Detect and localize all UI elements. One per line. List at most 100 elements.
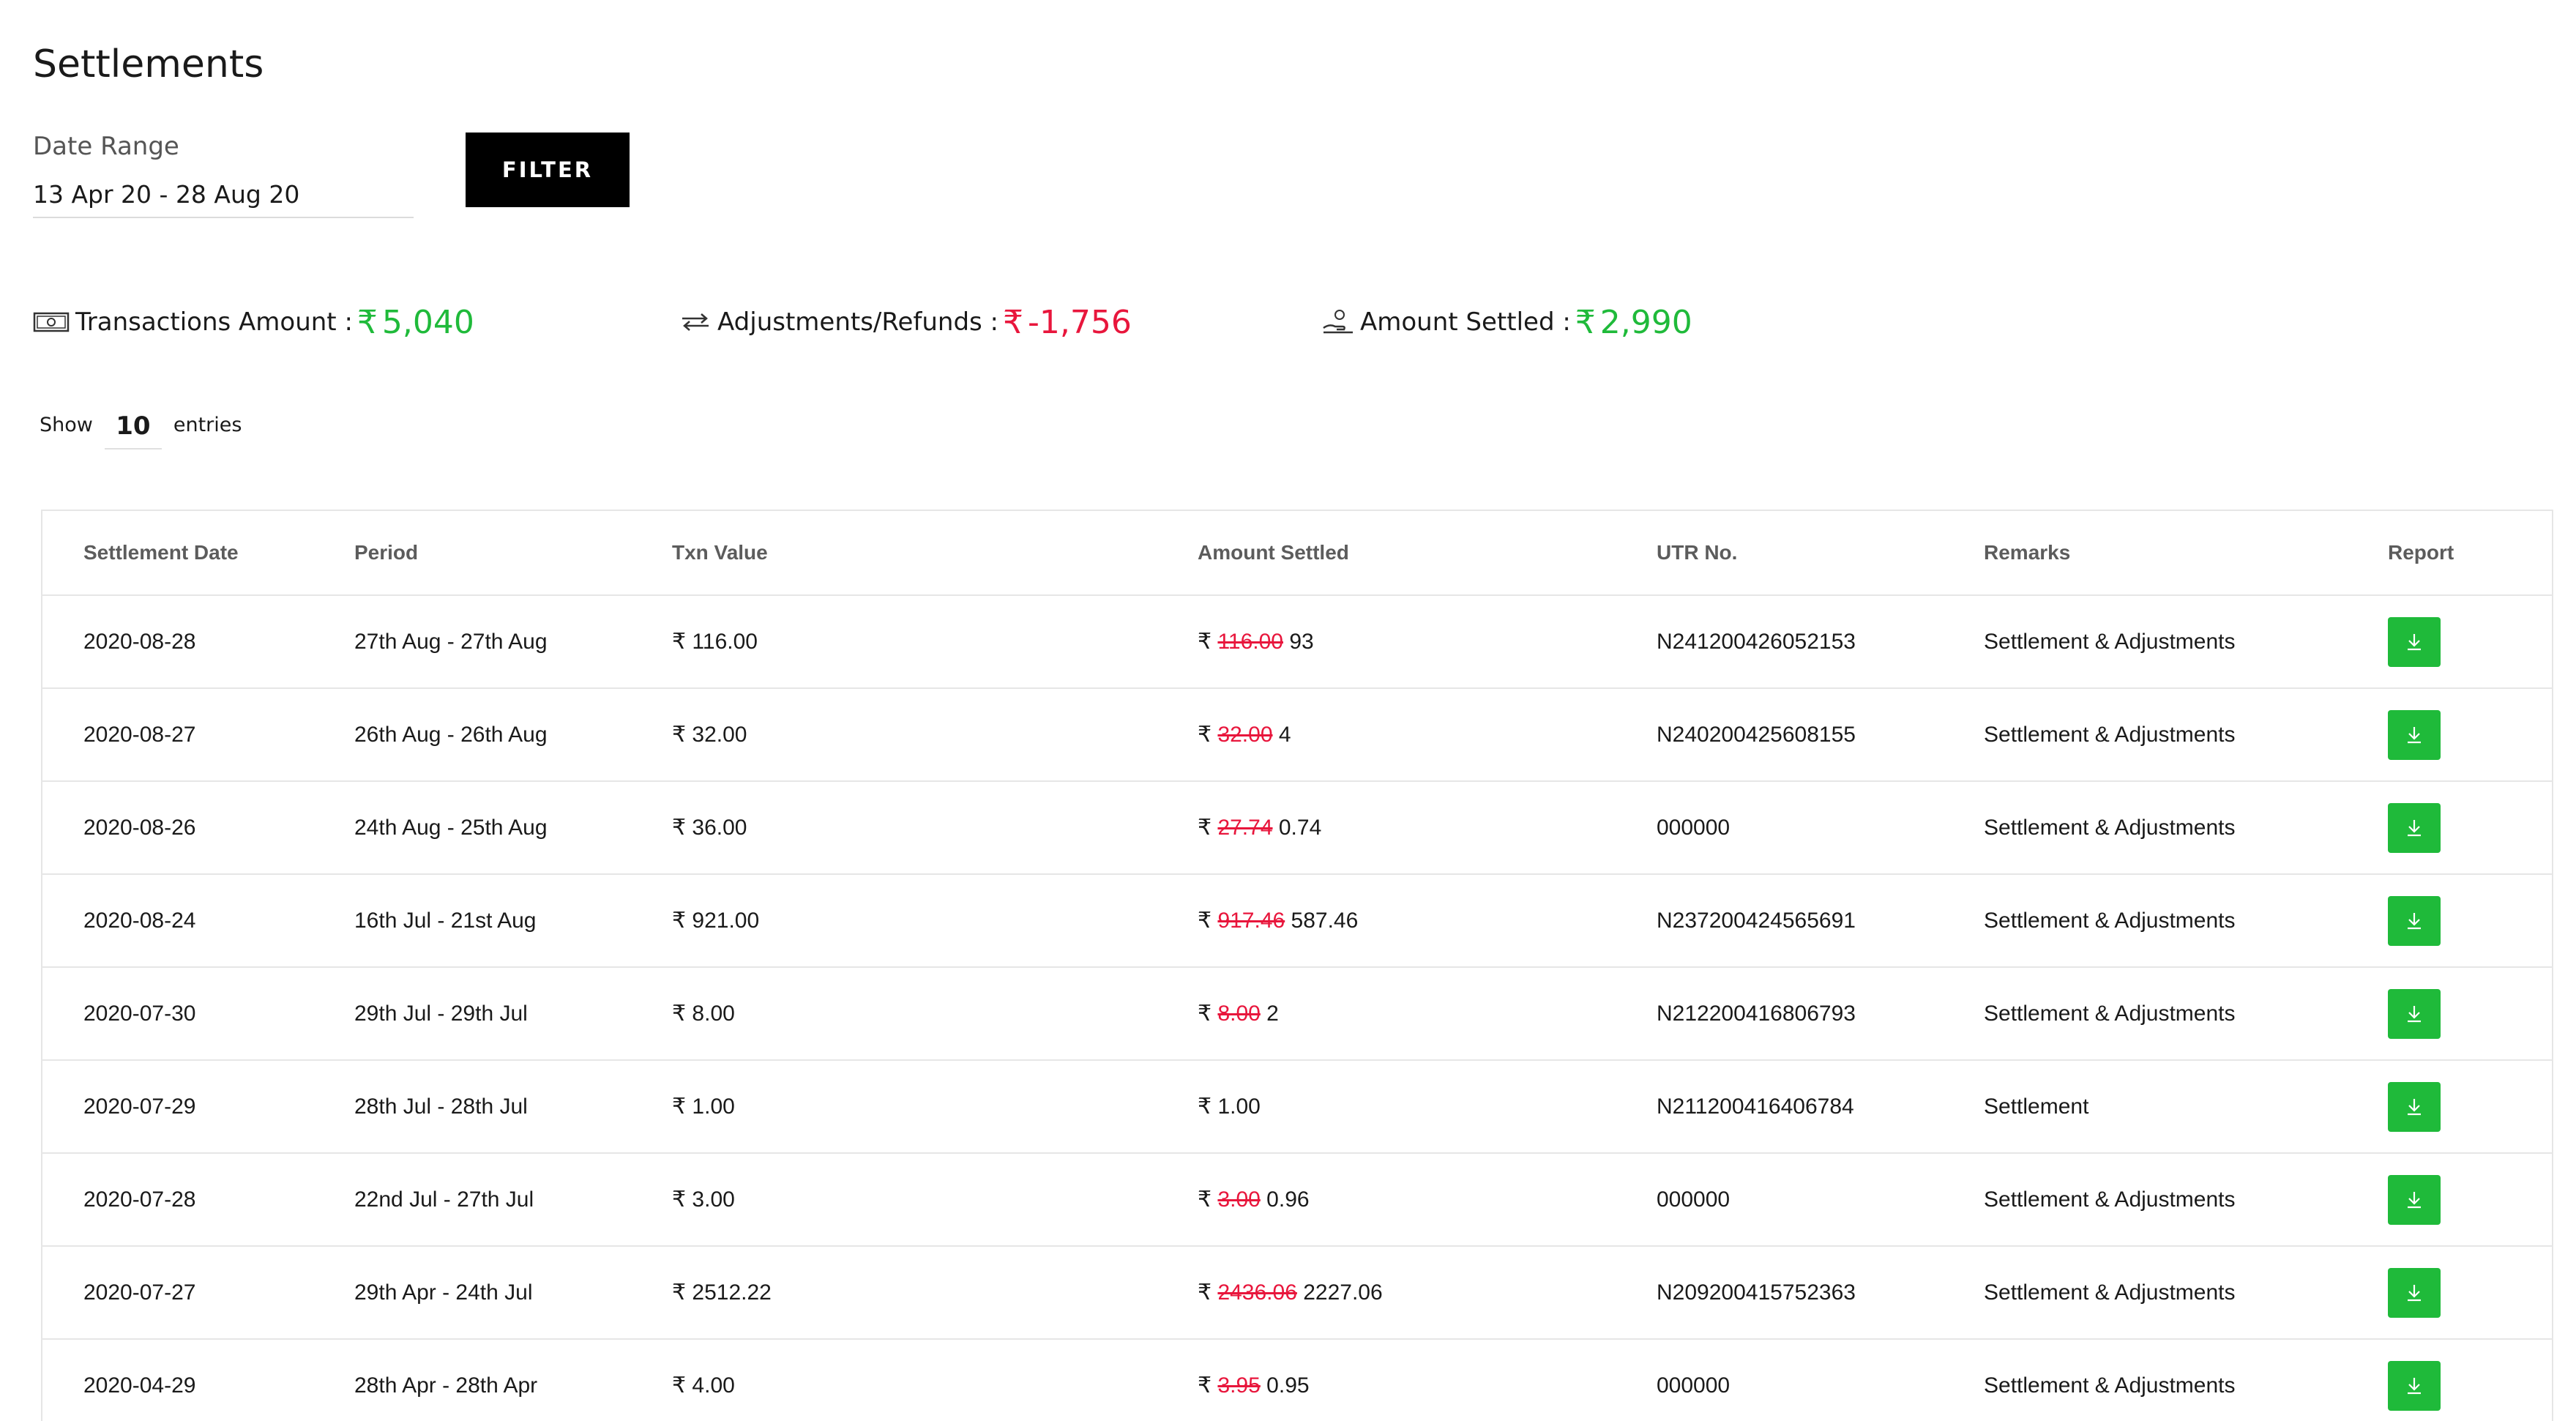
cell-remarks: Settlement & Adjustments: [1984, 1153, 2388, 1247]
cell-remarks: Settlement & Adjustments: [1984, 595, 2388, 689]
cell-report: [2388, 1246, 2552, 1340]
cell-period: 22nd Jul - 27th Jul: [354, 1153, 672, 1247]
cell-period: 26th Aug - 26th Aug: [354, 688, 672, 782]
settled-final-amount: 2: [1266, 1002, 1279, 1026]
settled-final-amount: 0.96: [1266, 1187, 1310, 1212]
cell-period: 27th Aug - 27th Aug: [354, 595, 672, 689]
entries-count-select[interactable]: 10: [104, 411, 162, 450]
adjustments-label: Adjustments/Refunds :: [717, 307, 999, 337]
table-row: 2020-07-29 28th Jul - 28th Jul ₹ 1.00 ₹ 1.0…: [42, 1060, 2552, 1154]
cell-utr-no: 000000: [1657, 1339, 1984, 1421]
download-report-button[interactable]: [2388, 1081, 2441, 1132]
cell-txn-value: ₹ 3.00: [672, 1153, 1198, 1247]
cell-settlement-date: 2020-08-24: [42, 874, 354, 968]
cell-report: [2388, 688, 2552, 782]
cell-period: 28th Apr - 28th Apr: [354, 1339, 672, 1421]
amount-settled-value: 2,990: [1599, 303, 1692, 341]
header-txn-value[interactable]: Txn Value: [672, 511, 1198, 596]
cell-amount-settled: ₹ 3.95 0.95: [1198, 1339, 1657, 1421]
cell-settlement-date: 2020-07-28: [42, 1153, 354, 1247]
cell-utr-no: N240200425608155: [1657, 688, 1984, 782]
settled-currency: ₹: [1198, 723, 1212, 747]
download-report-button[interactable]: [2388, 895, 2441, 946]
cell-utr-no: N209200415752363: [1657, 1246, 1984, 1340]
download-report-button[interactable]: [2388, 1267, 2441, 1318]
download-report-button[interactable]: [2388, 709, 2441, 760]
download-icon: [2405, 818, 2424, 838]
settled-original-amount: 3.95: [1217, 1373, 1261, 1398]
header-utr-no[interactable]: UTR No.: [1657, 511, 1984, 596]
header-period[interactable]: Period: [354, 511, 672, 596]
cell-utr-no: N241200426052153: [1657, 595, 1984, 689]
cell-settlement-date: 2020-04-29: [42, 1339, 354, 1421]
cell-settlement-date: 2020-08-28: [42, 595, 354, 689]
cell-amount-settled: ₹ 2436.06 2227.06: [1198, 1246, 1657, 1340]
download-report-button[interactable]: [2388, 802, 2441, 853]
header-settlement-date[interactable]: Settlement Date: [42, 511, 354, 596]
date-range-label: Date Range: [33, 132, 179, 161]
settled-currency: ₹: [1198, 1094, 1212, 1119]
cell-report: [2388, 1339, 2552, 1421]
cell-remarks: Settlement & Adjustments: [1984, 874, 2388, 968]
table-row: 2020-07-30 29th Jul - 29th Jul ₹ 8.00 ₹ 8.0…: [42, 967, 2552, 1061]
cell-utr-no: N237200424565691: [1657, 874, 1984, 968]
table-row: 2020-07-28 22nd Jul - 27th Jul ₹ 3.00 ₹ 3.0…: [42, 1153, 2552, 1247]
cell-report: [2388, 1060, 2552, 1154]
cell-txn-value: ₹ 8.00: [672, 967, 1198, 1061]
table-row: 2020-08-27 26th Aug - 26th Aug ₹ 32.00 ₹ 32…: [42, 688, 2552, 782]
settled-final-amount: 93: [1289, 630, 1314, 654]
cell-report: [2388, 967, 2552, 1061]
settled-final-amount: 1.00: [1217, 1094, 1261, 1119]
adjustments-currency: ₹: [1003, 303, 1024, 341]
download-report-button[interactable]: [2388, 988, 2441, 1039]
settled-final-amount: 587.46: [1291, 909, 1359, 933]
settlements-table: Settlement Date Period Txn Value Amount …: [42, 511, 2552, 1421]
cell-period: 16th Jul - 21st Aug: [354, 874, 672, 968]
cell-amount-settled: ₹ 1.00: [1198, 1060, 1657, 1154]
hand-coin-icon: [1322, 309, 1354, 335]
settled-final-amount: 4: [1278, 723, 1291, 747]
cell-txn-value: ₹ 116.00: [672, 595, 1198, 689]
download-icon: [2405, 1097, 2424, 1117]
cell-settlement-date: 2020-07-29: [42, 1060, 354, 1154]
cell-utr-no: 000000: [1657, 781, 1984, 875]
settled-original-amount: 3.00: [1217, 1187, 1261, 1212]
show-entries: Show 10 entries: [40, 404, 242, 450]
cell-settlement-date: 2020-08-26: [42, 781, 354, 875]
settlements-page: Settlements Date Range 13 Apr 20 - 28 Au…: [0, 0, 2576, 1421]
settled-original-amount: 2436.06: [1217, 1280, 1297, 1305]
show-label: Show: [40, 413, 93, 436]
download-icon: [2405, 1376, 2424, 1396]
header-amount-settled[interactable]: Amount Settled: [1198, 511, 1657, 596]
cell-amount-settled: ₹ 116.00 93: [1198, 595, 1657, 689]
cell-period: 28th Jul - 28th Jul: [354, 1060, 672, 1154]
download-icon: [2405, 911, 2424, 931]
date-range-input[interactable]: 13 Apr 20 - 28 Aug 20: [33, 177, 414, 218]
download-report-button[interactable]: [2388, 1360, 2441, 1411]
settled-currency: ₹: [1198, 1002, 1212, 1026]
download-icon: [2405, 1190, 2424, 1210]
download-report-button[interactable]: [2388, 616, 2441, 667]
download-report-button[interactable]: [2388, 1174, 2441, 1225]
cell-utr-no: N211200416406784: [1657, 1060, 1984, 1154]
filter-button[interactable]: FILTER: [466, 133, 630, 207]
transactions-amount-label: Transactions Amount :: [75, 307, 353, 337]
table-header-row: Settlement Date Period Txn Value Amount …: [42, 511, 2552, 596]
cell-amount-settled: ₹ 3.00 0.96: [1198, 1153, 1657, 1247]
settled-currency: ₹: [1198, 630, 1212, 654]
cell-amount-settled: ₹ 32.00 4: [1198, 688, 1657, 782]
download-icon: [2405, 1004, 2424, 1024]
settled-final-amount: 2227.06: [1303, 1280, 1383, 1305]
cell-txn-value: ₹ 1.00: [672, 1060, 1198, 1154]
cell-report: [2388, 1153, 2552, 1247]
header-report: Report: [2388, 511, 2552, 596]
header-remarks[interactable]: Remarks: [1984, 511, 2388, 596]
table-body: 2020-08-28 27th Aug - 27th Aug ₹ 116.00 ₹ 1…: [42, 595, 2552, 1421]
amount-settled-currency: ₹: [1575, 303, 1596, 341]
cell-settlement-date: 2020-08-27: [42, 688, 354, 782]
cell-report: [2388, 874, 2552, 968]
cell-remarks: Settlement & Adjustments: [1984, 967, 2388, 1061]
cell-txn-value: ₹ 2512.22: [672, 1246, 1198, 1340]
transactions-amount-summary: Transactions Amount : ₹ 5,040: [33, 293, 474, 351]
table-row: 2020-08-24 16th Jul - 21st Aug ₹ 921.00 ₹ 9…: [42, 874, 2552, 968]
